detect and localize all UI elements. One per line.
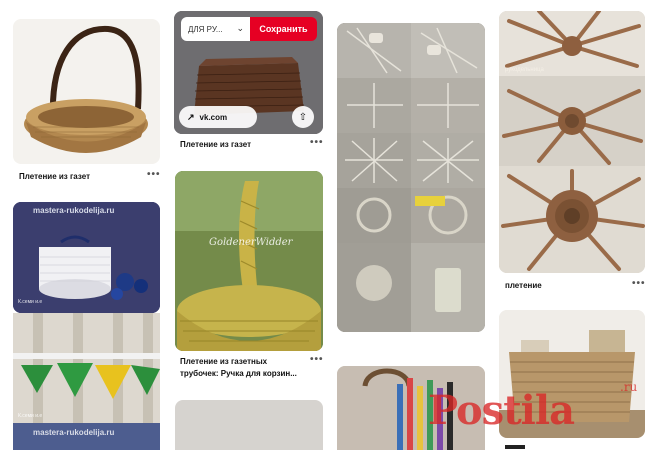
pin-image-gray[interactable] <box>175 400 323 450</box>
pin-caption[interactable]: плетение <box>505 280 542 292</box>
pin-image-basket-handle[interactable] <box>13 19 160 164</box>
source-link-label: vk.com <box>199 112 228 122</box>
pin-image-weaving-steps[interactable] <box>337 23 485 332</box>
image-credit-text: К.семи и.е <box>18 413 43 419</box>
white-basket-illustration <box>13 202 160 313</box>
pin-image-strip[interactable]: mastera-rukodelija.ru <box>13 423 160 450</box>
more-options-icon[interactable]: ••• <box>147 170 161 180</box>
upload-share-icon: ⇧ <box>298 111 308 123</box>
more-options-icon[interactable]: ••• <box>310 355 324 365</box>
image-watermark-text: mastera-rukodelija.ru <box>33 206 115 215</box>
arrow-up-right-icon: ↗ <box>187 111 195 122</box>
source-link-button[interactable]: ↗ vk.com <box>179 106 257 128</box>
pin-caption-line2[interactable]: трубочек: Ручка для корзин... <box>180 368 297 380</box>
pin-image-spiral-base[interactable]: рукодельница <box>499 11 645 273</box>
share-button[interactable]: ⇧ <box>292 106 314 128</box>
image-watermark-text: mastera-rukodelija.ru <box>33 428 115 437</box>
pin-caption-partial <box>505 445 525 449</box>
more-options-icon[interactable]: ••• <box>632 279 646 289</box>
hangers-illustration <box>13 313 160 423</box>
weaving-steps-collage <box>337 23 485 332</box>
pin-caption[interactable]: Плетение из газет <box>19 171 90 183</box>
postila-watermark: Postila <box>428 387 575 434</box>
image-watermark-text: GoldenerWidder <box>209 237 293 248</box>
save-button[interactable]: Сохранить <box>250 17 317 41</box>
pin-caption[interactable]: Плетение из газет <box>180 139 251 151</box>
spiral-base-illustration <box>499 11 645 273</box>
pin-image-yellow-basket[interactable]: GoldenerWidder <box>175 171 323 351</box>
basket-illustration <box>24 25 148 153</box>
pin-caption[interactable]: Плетение из газетных <box>180 356 267 368</box>
image-watermark-text: рукодельница <box>505 67 544 73</box>
chevron-down-icon: ⌄ <box>236 23 244 33</box>
board-select-label: ДЛЯ РУ... <box>188 24 223 34</box>
more-options-icon[interactable]: ••• <box>310 138 324 148</box>
board-select-dropdown[interactable]: ДЛЯ РУ... ⌄ <box>181 17 250 41</box>
pin-image-white-baskets[interactable]: mastera-rukodelija.ru К.семи и.е <box>13 202 160 313</box>
postila-watermark-suffix: .ru <box>620 380 638 394</box>
yellow-basket-illustration <box>175 171 323 351</box>
image-credit-text: К.семи и.е <box>18 299 43 305</box>
pin-image-hangers[interactable]: К.семи и.е <box>13 313 160 423</box>
